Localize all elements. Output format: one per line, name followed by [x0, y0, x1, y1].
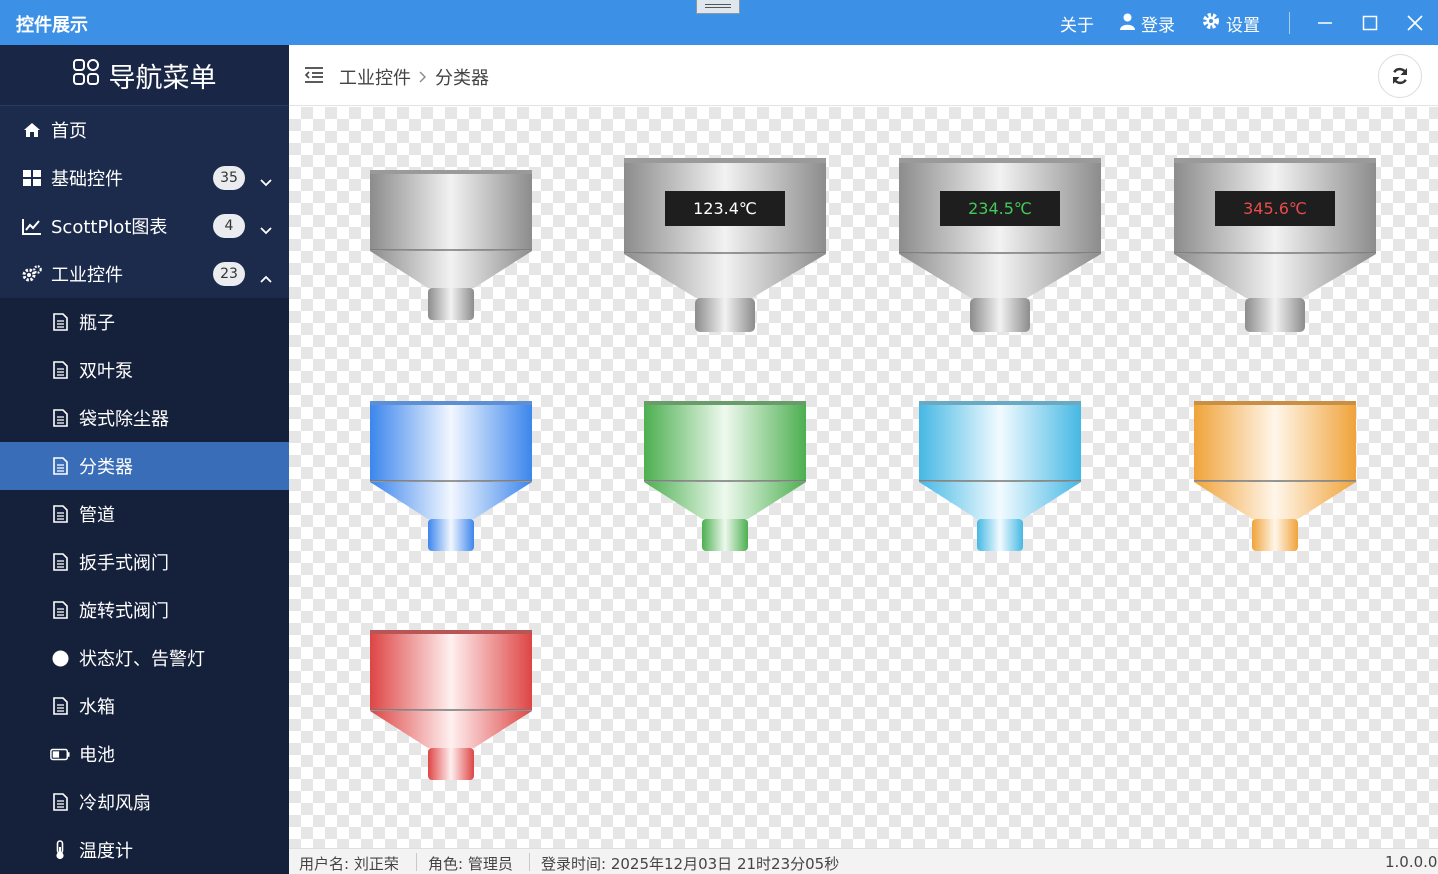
- document-icon: [50, 600, 70, 620]
- count-badge: 23: [213, 262, 245, 286]
- home-icon: [22, 120, 42, 140]
- grid-icon: [22, 168, 42, 188]
- maximize-button[interactable]: [1353, 6, 1387, 40]
- login-button[interactable]: 登录: [1120, 11, 1175, 36]
- line-chart-icon: [22, 216, 42, 236]
- document-icon: [50, 408, 70, 428]
- sidebar-header: 导航菜单: [0, 45, 289, 106]
- refresh-button[interactable]: [1378, 54, 1422, 98]
- sidebar-item-thermometer[interactable]: 温度计: [0, 826, 289, 874]
- user-icon: [1120, 13, 1135, 35]
- chevron-down-icon: [260, 171, 272, 192]
- sidebar-item-status-lights[interactable]: 状态灯、告警灯: [0, 634, 289, 682]
- status-login-time: 登录时间: 2025年12月03日 21时23分05秒: [541, 855, 840, 873]
- classifier-silver-display-1[interactable]: 123.4℃: [624, 158, 826, 334]
- thermometer-icon: [50, 840, 70, 860]
- gear-icon: [1202, 12, 1220, 35]
- sidebar: 导航菜单 首页 基础控件 35 ScottPlot图表 4 工业控件 23 瓶子: [0, 45, 289, 874]
- main-content: 工业控件 分类器 123.4℃ 234.5℃ 345.6℃ 用户名: 刘正荣 角…: [289, 45, 1438, 874]
- document-icon: [50, 504, 70, 524]
- document-icon: [50, 360, 70, 380]
- temperature-display: 345.6℃: [1215, 191, 1335, 226]
- settings-button[interactable]: 设置: [1202, 11, 1260, 36]
- title-bar: 控件展示 关于 登录 设置: [0, 0, 1438, 45]
- count-badge: 4: [213, 214, 245, 238]
- breadcrumb: 工业控件 分类器: [339, 64, 489, 90]
- menu-toggle-icon[interactable]: [304, 67, 324, 88]
- breadcrumb-parent[interactable]: 工业控件: [339, 64, 411, 90]
- status-divider: [529, 853, 530, 871]
- sidebar-item-scottplot[interactable]: ScottPlot图表 4: [0, 202, 289, 250]
- status-bar: 用户名: 刘正荣 角色: 管理员 登录时间: 2025年12月03日 21时23…: [289, 848, 1438, 874]
- sidebar-item-classifier[interactable]: 分类器: [0, 442, 289, 490]
- temperature-display: 234.5℃: [940, 191, 1060, 226]
- minimize-icon: [1318, 22, 1332, 24]
- classifier-canvas: 123.4℃ 234.5℃ 345.6℃: [289, 107, 1438, 848]
- breadcrumb-current: 分类器: [435, 68, 489, 89]
- minimize-button[interactable]: [1308, 6, 1342, 40]
- sidebar-title: 导航菜单: [108, 62, 217, 94]
- classifier-orange[interactable]: [1194, 401, 1356, 553]
- close-button[interactable]: [1398, 6, 1432, 40]
- document-icon: [50, 456, 70, 476]
- battery-icon: [50, 744, 70, 764]
- drag-handle[interactable]: [696, 0, 740, 14]
- chevron-up-icon: [260, 267, 272, 288]
- classifier-silver[interactable]: [370, 170, 532, 322]
- sidebar-item-bottle[interactable]: 瓶子: [0, 298, 289, 346]
- sidebar-item-cooling-fan[interactable]: 冷却风扇: [0, 778, 289, 826]
- status-user: 用户名: 刘正荣: [299, 855, 399, 873]
- sidebar-item-wrench-valve[interactable]: 扳手式阀门: [0, 538, 289, 586]
- close-icon: [1407, 15, 1423, 31]
- sidebar-item-twin-pump[interactable]: 双叶泵: [0, 346, 289, 394]
- sidebar-item-battery[interactable]: 电池: [0, 730, 289, 778]
- classifier-silver-display-2[interactable]: 234.5℃: [899, 158, 1101, 334]
- maximize-icon: [1362, 15, 1378, 31]
- classifier-red[interactable]: [370, 630, 532, 782]
- count-badge: 35: [213, 166, 245, 190]
- about-button[interactable]: 关于: [1060, 11, 1094, 36]
- gears-icon: [22, 264, 42, 284]
- sidebar-item-home[interactable]: 首页: [0, 106, 289, 154]
- classifier-cyan[interactable]: [919, 401, 1081, 553]
- classifier-blue[interactable]: [370, 401, 532, 553]
- sidebar-item-water-tank[interactable]: 水箱: [0, 682, 289, 730]
- titlebar-divider: [1289, 12, 1290, 34]
- classifier-silver-display-3[interactable]: 345.6℃: [1174, 158, 1376, 334]
- status-version: 1.0.0.0: [1385, 853, 1438, 871]
- breadcrumb-bar: 工业控件 分类器: [289, 45, 1438, 106]
- temperature-display: 123.4℃: [665, 191, 785, 226]
- sidebar-item-bag-filter[interactable]: 袋式除尘器: [0, 394, 289, 442]
- circle-icon: [50, 648, 70, 668]
- sidebar-item-pipe[interactable]: 管道: [0, 490, 289, 538]
- classifier-green[interactable]: [644, 401, 806, 553]
- chevron-right-icon: [419, 67, 427, 88]
- refresh-icon: [1392, 68, 1408, 84]
- document-icon: [50, 792, 70, 812]
- status-role: 角色: 管理员: [428, 855, 513, 873]
- chevron-down-icon: [260, 219, 272, 240]
- document-icon: [50, 696, 70, 716]
- sidebar-item-basic-controls[interactable]: 基础控件 35: [0, 154, 289, 202]
- app-title: 控件展示: [16, 15, 88, 36]
- sidebar-item-industrial[interactable]: 工业控件 23: [0, 250, 289, 298]
- document-icon: [50, 312, 70, 332]
- document-icon: [50, 552, 70, 572]
- apps-icon: [72, 58, 99, 92]
- status-divider: [416, 853, 417, 871]
- sidebar-item-rotary-valve[interactable]: 旋转式阀门: [0, 586, 289, 634]
